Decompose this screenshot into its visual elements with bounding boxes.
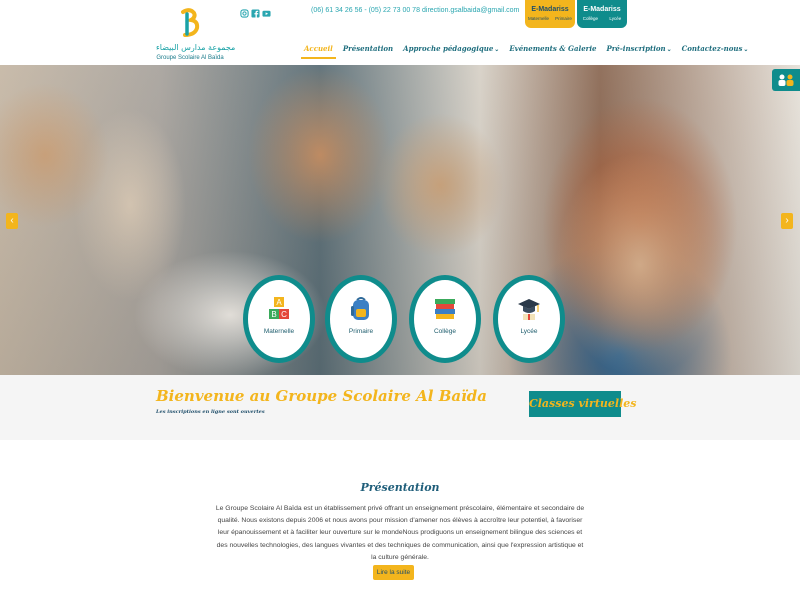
level-college-button[interactable]: Collège bbox=[409, 275, 481, 363]
chevron-down-icon: ⌄ bbox=[743, 46, 749, 53]
emadariss-title: E-Madariss bbox=[583, 6, 621, 13]
svg-text:A: A bbox=[276, 298, 282, 307]
level-primaire-button[interactable]: Primaire bbox=[325, 275, 397, 363]
welcome-subtitle: Les inscriptions en ligne sont ouvertes bbox=[156, 409, 265, 415]
level-label: Maternelle bbox=[263, 328, 295, 335]
welcome-band: Bienvenue au Groupe Scolaire Al Baïda Le… bbox=[0, 375, 800, 440]
nav-item-approche-pedagogique[interactable]: Approche pédagogique⌄ bbox=[398, 43, 504, 59]
main-nav: Accueil Présentation Approche pédagogiqu… bbox=[299, 43, 753, 59]
level-maternelle-button[interactable]: A B C Maternelle bbox=[243, 275, 315, 363]
instagram-icon[interactable] bbox=[240, 5, 249, 18]
logo-latin-text: Groupe Scolaire Al Baïda bbox=[156, 55, 224, 61]
youtube-icon[interactable] bbox=[262, 5, 271, 17]
books-icon bbox=[435, 299, 455, 319]
level-card: Lycée bbox=[498, 280, 560, 358]
slider-prev-button[interactable]: ‹ bbox=[6, 213, 18, 229]
social-links bbox=[240, 5, 271, 18]
chevron-down-icon: ⌄ bbox=[666, 46, 672, 53]
nav-item-label: Evénements & Galerie bbox=[509, 44, 597, 53]
level-card: Primaire bbox=[330, 280, 392, 358]
contact-email[interactable]: direction.gsalbaida@gmail.com bbox=[422, 7, 519, 14]
nav-item-pre-inscription[interactable]: Pré-inscription⌄ bbox=[601, 43, 676, 59]
graduation-cap-icon bbox=[518, 299, 540, 320]
emadariss-level-label: Maternelle bbox=[528, 16, 550, 21]
contact-phones[interactable]: (06) 61 34 26 56 - (05) 22 73 00 78 bbox=[311, 7, 420, 14]
nav-item-label: Pré-inscription bbox=[606, 44, 666, 53]
emadariss-level-label: Lycée bbox=[609, 16, 622, 21]
logo-arabic-text: مجموعة مدارس البيضاء bbox=[156, 43, 236, 52]
backpack-icon bbox=[351, 297, 369, 320]
emadariss-levels: Collège Lycée bbox=[577, 16, 627, 21]
virtual-classes-button[interactable]: Classes virtuelles bbox=[529, 391, 636, 417]
school-logo[interactable]: مجموعة مدارس البيضاء Groupe Scolaire Al … bbox=[156, 8, 236, 61]
emadariss-title: E-Madariss bbox=[531, 6, 569, 13]
slider-next-button[interactable]: › bbox=[781, 213, 793, 229]
nav-item-label: Présentation bbox=[342, 44, 394, 53]
svg-text:C: C bbox=[281, 310, 287, 319]
nav-item-accueil[interactable]: Accueil bbox=[299, 43, 338, 59]
facebook-icon[interactable] bbox=[251, 5, 260, 18]
emadariss-maternelle-primaire-button[interactable]: E-Madariss Maternelle Primaire bbox=[525, 0, 575, 28]
hero-slider: ‹ › A B C Maternelle Primaire Collège Ly… bbox=[0, 65, 800, 375]
emadariss-levels: Maternelle Primaire bbox=[525, 16, 575, 21]
level-label: Lycée bbox=[520, 328, 538, 335]
svg-text:B: B bbox=[271, 310, 276, 319]
emadariss-level-label: Primaire bbox=[555, 16, 572, 21]
logo-mark-icon bbox=[181, 8, 200, 37]
nav-item-contactez-nous[interactable]: Contactez-nous⌄ bbox=[677, 43, 754, 59]
chevron-down-icon: ⌄ bbox=[494, 46, 500, 53]
level-card: A B C Maternelle bbox=[248, 280, 310, 358]
welcome-title: Bienvenue au Groupe Scolaire Al Baïda bbox=[156, 387, 488, 405]
nav-item-label: Contactez-nous bbox=[681, 44, 743, 53]
level-lycee-button[interactable]: Lycée bbox=[493, 275, 565, 363]
read-more-button[interactable]: Lire la suite bbox=[373, 565, 414, 580]
level-label: Primaire bbox=[348, 328, 374, 335]
nav-item-label: Accueil bbox=[304, 44, 333, 53]
level-card: Collège bbox=[414, 280, 476, 358]
students-icon[interactable] bbox=[772, 69, 800, 91]
level-label: Collège bbox=[433, 328, 457, 335]
presentation-text: Le Groupe Scolaire Al Baïda est un établ… bbox=[215, 505, 585, 561]
hero-photo bbox=[0, 65, 800, 375]
presentation-title: Présentation bbox=[360, 481, 440, 494]
abc-blocks-icon: A B C bbox=[269, 297, 289, 319]
nav-item-label: Approche pédagogique bbox=[403, 44, 494, 53]
emadariss-college-lycee-button[interactable]: E-Madariss Collège Lycée bbox=[577, 0, 627, 28]
nav-item-evenements-galerie[interactable]: Evénements & Galerie bbox=[504, 43, 601, 59]
emadariss-level-label: Collège bbox=[582, 16, 598, 21]
nav-item-presentation[interactable]: Présentation bbox=[338, 43, 398, 59]
site-header: مجموعة مدارس البيضاء Groupe Scolaire Al … bbox=[0, 0, 800, 65]
